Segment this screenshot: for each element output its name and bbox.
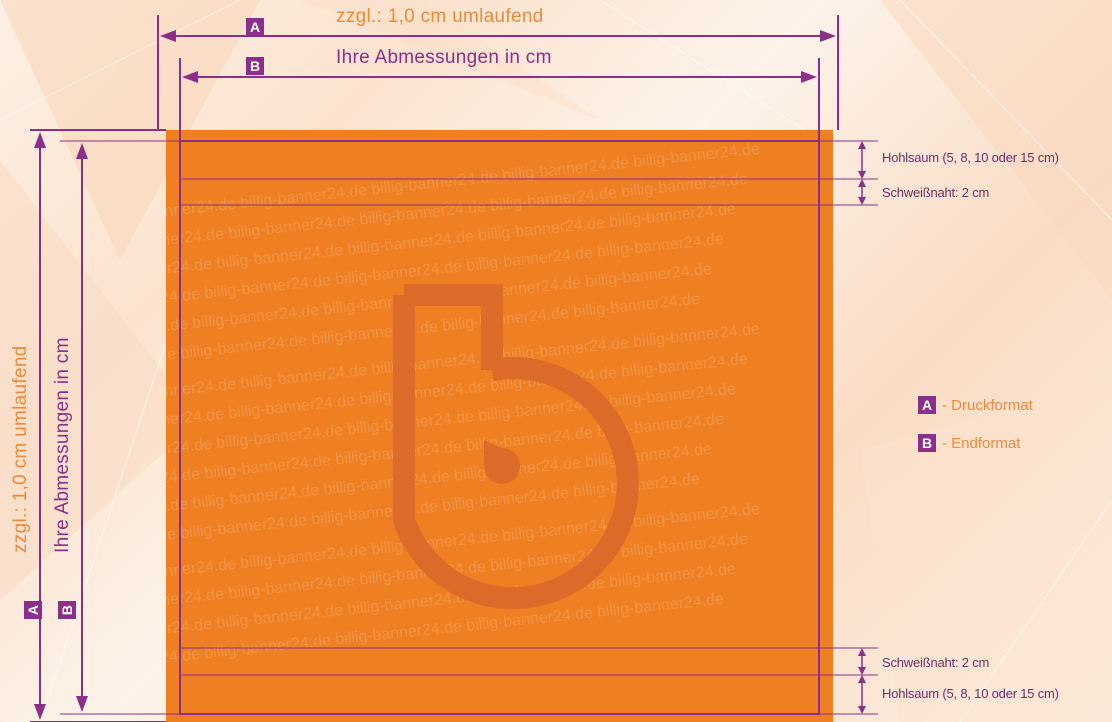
schweissnaht-bottom-label: Schweißnaht: 2 cm — [882, 655, 990, 670]
legend-badge-a: A — [918, 396, 936, 414]
top-dimension-b-label: Ihre Abmessungen in cm — [336, 47, 552, 68]
side-dimension-a-label: zzgl.: 1,0 cm umlaufend — [10, 345, 31, 553]
hohlsaum-bottom-label: Hohlsaum (5, 8, 10 oder 15 cm) — [882, 686, 1059, 701]
legend-label-endformat: - Endformat — [942, 434, 1021, 452]
banner-diagram: billig-banner24.de billig-banner24.de bi… — [30, 15, 878, 722]
legend-label-druckformat: - Druckformat — [942, 396, 1033, 414]
legend-badge-b: B — [918, 434, 936, 452]
side-badge-b: B — [58, 601, 76, 619]
hohlsaum-top-label: Hohlsaum (5, 8, 10 oder 15 cm) — [882, 150, 1059, 165]
top-dimension-a-label: zzgl.: 1,0 cm umlaufend — [336, 6, 544, 27]
legend-item-druckformat: A - Druckformat — [918, 395, 1033, 415]
schweissnaht-top-label: Schweißnaht: 2 cm — [882, 185, 990, 200]
side-badge-a: A — [24, 601, 42, 619]
top-badge-b: B — [246, 57, 264, 75]
banner-area — [166, 130, 833, 722]
top-badge-a: A — [246, 18, 264, 36]
legend-item-endformat: B - Endformat — [918, 433, 1020, 453]
side-dimension-b-label: Ihre Abmessungen in cm — [52, 337, 73, 553]
